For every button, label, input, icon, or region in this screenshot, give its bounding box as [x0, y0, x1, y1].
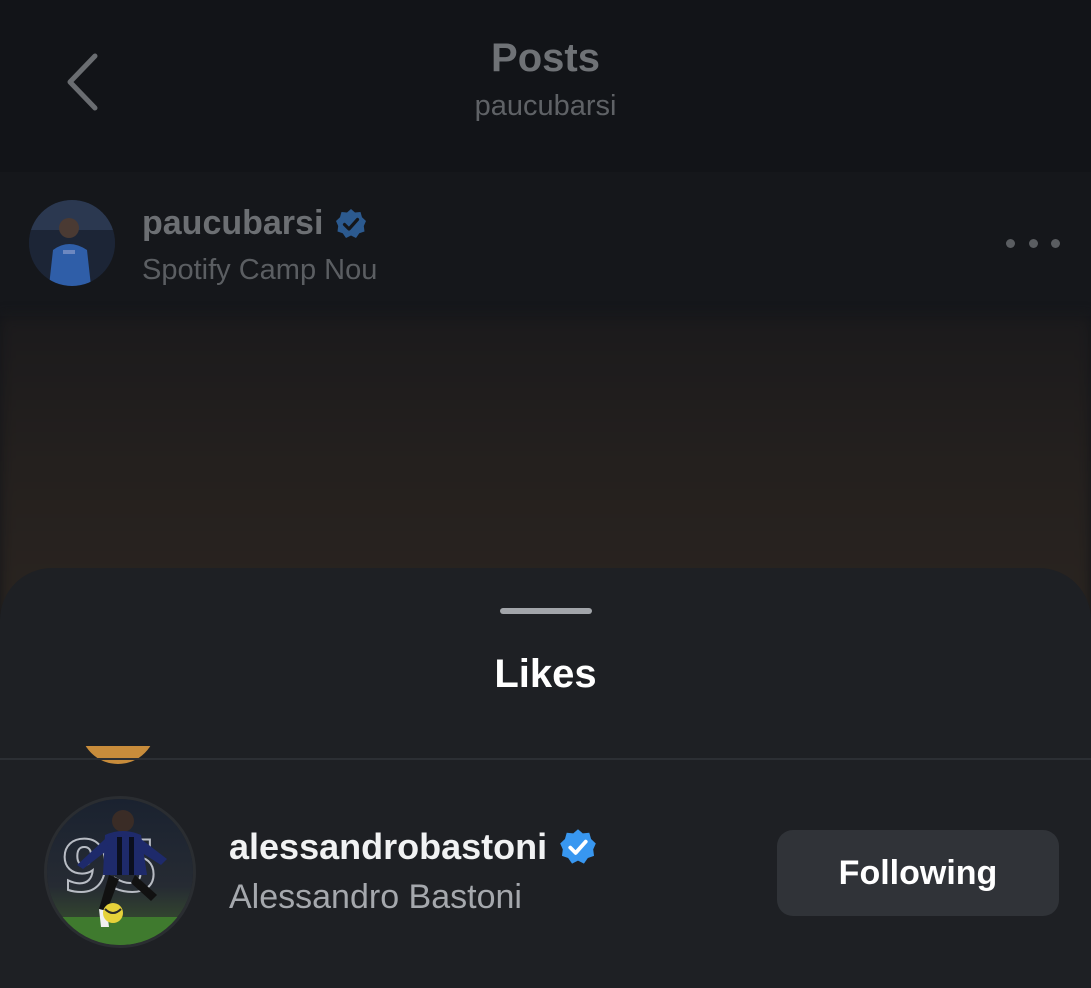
page-subtitle: paucubarsi: [474, 90, 617, 122]
sheet-title: Likes: [494, 652, 597, 696]
liker-full-name: Alessandro Bastoni: [229, 878, 522, 916]
more-dot: [1028, 238, 1038, 248]
more-dot: [1051, 238, 1060, 248]
sheet-drag-handle[interactable]: [500, 608, 592, 614]
user-avatar-photo: [29, 200, 115, 286]
likes-bottom-sheet: Likes 95: [0, 568, 1091, 988]
verified-badge-icon: [559, 828, 597, 866]
post-author-username: paucubarsi: [142, 204, 324, 242]
post-header: paucubarsi Spotify Camp Nou: [0, 172, 1091, 316]
divider: [0, 758, 1091, 760]
liker-username: alessandrobastoni: [229, 826, 548, 867]
user-avatar[interactable]: 95: [44, 796, 196, 948]
post-author-avatar[interactable]: [29, 200, 115, 286]
more-horizontal-icon: [1006, 238, 1015, 248]
following-button[interactable]: Following: [777, 830, 1059, 916]
post-location[interactable]: Spotify Camp Nou: [142, 254, 377, 287]
verified-badge-icon: [335, 208, 367, 240]
list-item: 95 alessandrobastoni: [0, 796, 1091, 956]
page-title: Posts: [491, 36, 600, 80]
post-author[interactable]: paucubarsi: [142, 204, 367, 243]
user-avatar-photo: 95: [47, 799, 193, 945]
partial-user-avatar: [80, 746, 156, 764]
top-nav-bar: Posts paucubarsi: [0, 0, 1091, 172]
instagram-post-likes-screen: Posts paucubarsi paucubarsi Spotify Camp…: [0, 0, 1091, 988]
liker-username-link[interactable]: alessandrobastoni: [229, 826, 597, 868]
more-options-button[interactable]: [1006, 228, 1060, 258]
